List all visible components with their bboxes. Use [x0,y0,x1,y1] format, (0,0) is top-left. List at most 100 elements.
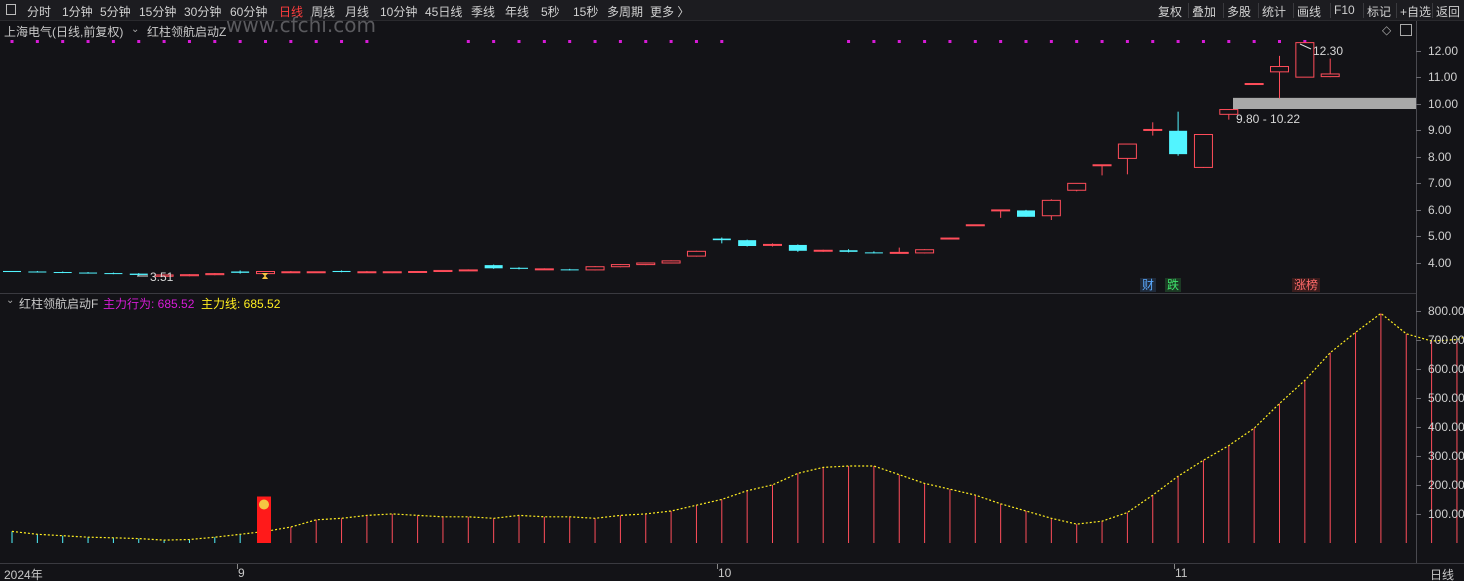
price-tick-label: 6.00 [1428,202,1452,217]
candle-body [712,238,731,241]
signal-dot [669,40,673,43]
candle-body [332,270,351,273]
candle-body [205,273,225,276]
candle-body [1244,83,1264,86]
y-tick [1416,183,1421,185]
indicator-tick-label: 300.00 [1428,448,1464,463]
x-label-sep: 9 [238,566,245,580]
y-tick [1416,263,1421,264]
price-tick-label: 11.00 [1428,70,1458,85]
y-tick [1416,77,1421,79]
indicator-tick-label: 700.00 [1428,332,1464,347]
signal-dot [86,40,90,43]
candle-body [104,273,123,275]
signal-dot [1049,40,1053,43]
candle-body [433,269,453,272]
y-tick [1416,513,1421,515]
y-tick [1416,130,1421,132]
price-tick-label: 7.00 [1428,176,1452,191]
signal-dot [1252,40,1256,43]
signal-dot [10,40,14,43]
signal-dot [187,40,191,43]
signal-dot [111,40,115,43]
signal-dot [644,40,648,43]
signal-dot [340,40,344,43]
signal-dot [289,40,293,43]
period-label[interactable]: 日线 [1430,566,1454,581]
signal-dot [264,40,267,43]
main-line-value: 主力线: 685.52 [201,297,281,311]
drop-badge[interactable]: 跌 [1165,278,1182,292]
indicator-tick-label: 500.00 [1428,390,1464,405]
x-tick [237,564,238,569]
y-tick [1416,397,1421,399]
signal-dot [923,40,927,43]
x-label-nov: 11 [1175,566,1188,580]
y-tick [1416,426,1421,428]
candle-body [965,224,985,227]
candle-body [79,272,98,274]
signal-dot [999,40,1003,43]
signal-dot [897,40,901,43]
candle-body [636,262,656,266]
signal-dot [872,40,876,43]
candle-body [763,243,782,246]
signal-dot [162,40,166,43]
signal-dot [973,40,977,43]
candle-body [1143,128,1163,131]
signal-dot [1176,40,1180,43]
price-tick-label: 8.00 [1428,149,1452,164]
candle-body [1193,133,1213,168]
money-bag-icon [259,499,269,510]
signal-dot [213,40,217,43]
indicator-tick-label: 800.00 [1428,303,1464,318]
y-tick [1416,50,1421,52]
y-axis-line [1416,21,1417,581]
signal-dot [1201,40,1205,43]
candle-body [864,252,883,254]
signal-dot [466,40,470,43]
candle-body [940,237,960,240]
y-tick [1416,310,1421,312]
y-tick [1416,484,1421,486]
finance-badge[interactable]: 财 [1140,278,1157,292]
x-label-oct: 10 [718,566,732,580]
indicator-tick-label: 200.00 [1428,477,1464,492]
kline-chart[interactable]: ⧗ [0,0,1464,581]
candle-body [510,267,528,269]
y-tick [1416,156,1421,158]
chevron-down-icon[interactable]: ⌄ [6,295,14,306]
signal-dot [61,40,65,43]
top-gainer-badge[interactable]: 涨榜 [1292,278,1321,292]
candle-body [1092,164,1112,167]
candle-body [534,268,554,271]
y-tick [1416,455,1421,457]
candle-body [915,249,935,254]
signal-dot [365,40,369,43]
signal-dot [593,40,597,43]
sub-indicator-name[interactable]: 红柱领航启动F [19,295,98,312]
candle-body [813,249,833,252]
y-tick [1416,209,1421,211]
signal-dot [847,40,851,43]
x-tick [1174,564,1175,569]
price-tick-label: 5.00 [1428,229,1452,244]
candle-body [1067,182,1087,191]
signal-dot [314,40,318,43]
candle-body [357,271,377,274]
hourglass-icon: ⧗ [262,271,269,282]
y-tick [1416,236,1421,238]
signal-dot [35,40,39,43]
signal-dot [1100,40,1104,43]
x-tick [717,564,718,569]
candle-body [1169,130,1188,155]
candle-body [1041,199,1061,217]
signal-dot [542,40,546,43]
y-tick [1416,103,1421,105]
price-tick-label: 10.00 [1428,96,1459,111]
candle-body [889,251,909,254]
signal-dot [137,40,141,43]
y-tick [1416,368,1421,370]
signal-dot [1227,40,1231,43]
price-zone-bar [1233,97,1416,110]
